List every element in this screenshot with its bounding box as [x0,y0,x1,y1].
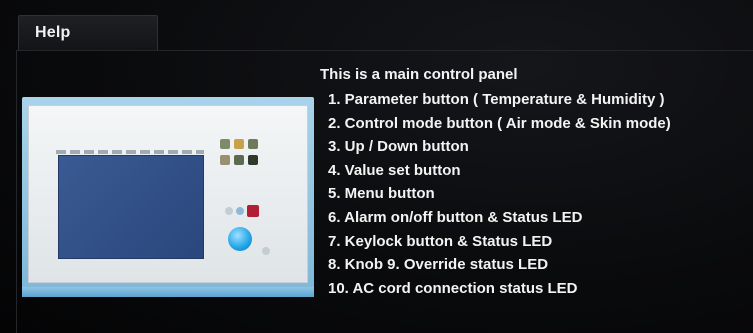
help-title: Help [35,24,71,41]
help-item: 6. Alarm on/off button & Status LED [328,208,583,226]
panel-button-icon [234,139,244,149]
panel-button-icon [220,155,230,165]
help-intro: This is a main control panel [320,66,518,83]
control-panel-bottom-bar [22,287,314,297]
help-item: 5. Menu button [328,185,435,203]
control-panel-header-strip [56,150,204,154]
help-item: 10. AC cord connection status LED [328,279,578,297]
help-item: 7. Keylock button & Status LED [328,232,553,250]
help-description: This is a main control panel 1. Paramete… [320,65,671,300]
control-panel-display [58,155,204,259]
help-item: 4. Value set button [328,161,461,179]
panel-button-icon [248,139,258,149]
panel-button-icon [234,155,244,165]
knob-icon [228,227,252,251]
help-title-tab: Help [18,15,158,51]
panel-led-icon [225,207,233,215]
help-item: 8. Knob 9. Override status LED [328,256,549,274]
alarm-button-icon [247,205,259,217]
help-screen: Help This is a main control panel 1. Par… [0,0,753,333]
help-item: 1. Parameter button ( Temperature & Humi… [328,91,665,108]
help-item-list: 1. Parameter button ( Temperature & Humi… [320,88,671,300]
control-panel-button-grid [220,139,274,183]
panel-led-icon [236,207,244,215]
panel-button-icon [248,155,258,165]
help-item: 3. Up / Down button [328,138,469,156]
control-panel-image [22,97,314,297]
panel-button-icon [220,139,230,149]
help-item: 2. Control mode button ( Air mode & Skin… [328,114,671,132]
status-led-icon [262,247,270,255]
